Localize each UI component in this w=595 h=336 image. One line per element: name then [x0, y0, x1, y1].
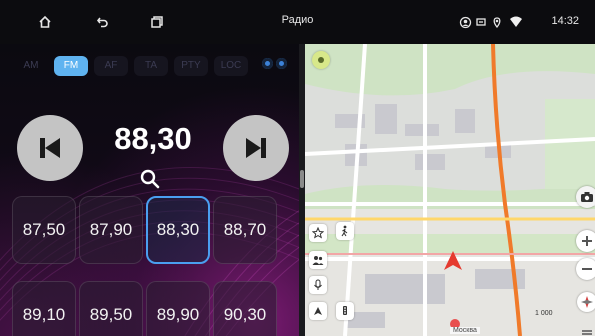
skip-next-icon — [246, 138, 266, 158]
zoom-out-button[interactable] — [576, 258, 595, 280]
band-am-tab[interactable]: AM — [14, 56, 48, 76]
street-label: Москва — [450, 327, 480, 334]
band-selector: AM FM AF TA PTY LOC — [14, 56, 248, 76]
clock: 14:32 — [551, 15, 579, 27]
users-icon[interactable] — [309, 251, 327, 269]
menu-icon[interactable] — [581, 326, 593, 336]
ta-toggle[interactable]: TA — [134, 56, 168, 76]
skip-previous-icon — [40, 138, 60, 158]
map-canvas — [305, 44, 595, 336]
route-icon[interactable] — [309, 302, 327, 320]
current-frequency: 88,30 — [114, 121, 192, 156]
radio-panel: AM FM AF TA PTY LOC 88,30 87,50 87,90 88… — [0, 44, 300, 336]
preset-grid: 87,50 87,90 88,30 88,70 89,10 89,50 89,9… — [12, 196, 277, 336]
camera-warning-icon[interactable] — [312, 51, 330, 69]
favorites-icon[interactable] — [309, 224, 327, 242]
map-scale: 1 000 — [535, 310, 553, 317]
preset-button[interactable]: 90,30 — [213, 281, 277, 336]
seek-previous-button[interactable] — [17, 115, 83, 181]
plus-icon — [582, 236, 592, 246]
current-location-arrow-icon — [443, 250, 463, 277]
preset-button[interactable]: 89,90 — [146, 281, 210, 336]
screenshot-button[interactable] — [576, 186, 595, 208]
preset-button[interactable]: 87,90 — [79, 196, 143, 264]
loc-toggle[interactable]: LOC — [214, 56, 248, 76]
band-fm-tab[interactable]: FM — [54, 56, 88, 76]
compass-icon — [581, 296, 593, 308]
af-toggle[interactable]: AF — [94, 56, 128, 76]
wifi-icon — [505, 11, 527, 33]
zoom-in-button[interactable] — [576, 230, 595, 252]
seek-next-button[interactable] — [223, 115, 289, 181]
map-view[interactable]: 1 000 Москва — [305, 44, 595, 336]
preset-button[interactable]: 87,50 — [12, 196, 76, 264]
search-button[interactable] — [139, 168, 161, 195]
camera-icon — [581, 192, 593, 202]
status-bar: Радио 14:32 — [0, 0, 595, 44]
minus-icon — [582, 268, 592, 270]
preset-button-active[interactable]: 88,30 — [146, 196, 210, 264]
search-icon — [140, 169, 160, 189]
preset-button[interactable]: 89,50 — [79, 281, 143, 336]
preset-button[interactable]: 88,70 — [213, 196, 277, 264]
pedestrian-mode-icon[interactable] — [336, 222, 354, 240]
traffic-icon[interactable] — [336, 302, 354, 320]
preset-button[interactable]: 89,10 — [12, 281, 76, 336]
mic-icon[interactable] — [309, 276, 327, 294]
stereo-icon[interactable] — [262, 58, 287, 69]
compass-button[interactable] — [577, 292, 595, 312]
pty-toggle[interactable]: PTY — [174, 56, 208, 76]
